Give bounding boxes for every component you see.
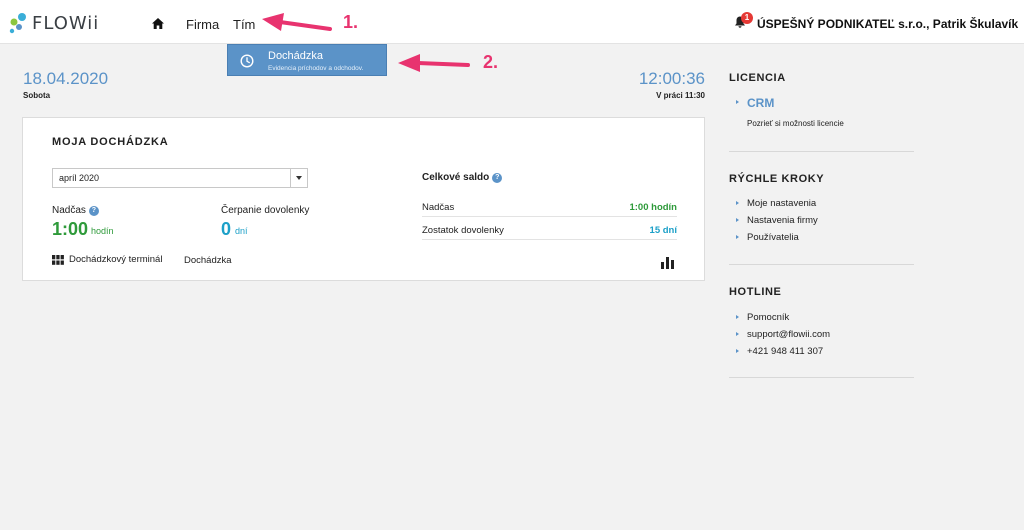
bullet-icon [736,218,739,222]
vacation-used-value: 0 [221,219,232,239]
vacation-used-label: Čerpanie dovolenky [221,205,310,216]
bullet-icon [736,349,739,353]
current-date: 18.04.2020 [23,69,109,88]
license-options-link[interactable]: Pozrieť si možnosti licencie [747,119,844,128]
license-heading: LICENCIA [729,72,786,84]
month-select-value: apríl 2020 [59,173,100,183]
balance-row-label: Nadčas [422,202,455,213]
attendance-terminal-label: Dochádzkový terminál [69,254,163,265]
divider [729,264,914,265]
month-select[interactable]: apríl 2020 [52,168,308,188]
annotation-arrowhead-1 [262,13,284,31]
hotline-item[interactable]: +421 948 411 307 [747,346,823,357]
divider [729,377,914,378]
bullet-icon [736,332,739,336]
overtime-unit: hodín [91,226,114,236]
balance-row-label: Zostatok dovolenky [422,225,504,236]
annotation-label-2: 2. [483,52,499,72]
card-title: MOJA DOCHÁDZKA [52,136,169,148]
quick-step-item[interactable]: Nastavenia firmy [747,215,818,226]
overtime-value: 1:00 [52,219,89,239]
attendance-card: MOJA DOCHÁDZKA apríl 2020 Nadčas ? 1:00 … [22,117,705,281]
attendance-terminal-link[interactable]: Dochádzkový terminál [52,254,162,265]
hotline-heading: HOTLINE [729,286,782,298]
work-start-time: V práci 11:30 [656,91,705,100]
total-balance-title: Celkové saldo ? [422,172,503,183]
attendance-link[interactable]: Dochádzka [184,255,232,266]
bullet-icon [736,315,739,319]
annotation-arrowhead-2 [398,54,420,72]
vacation-used-unit: dní [235,226,248,236]
annotation-label-1: 1. [343,12,359,32]
hotline-item[interactable]: Pomocník [747,312,789,323]
quick-step-item[interactable]: Používatelia [747,232,799,243]
current-time: 12:00:36 [638,69,705,88]
balance-row-value: 1:00 hodín [629,202,677,213]
balance-row: Zostatok dovolenky 15 dní [422,221,677,240]
help-icon[interactable]: ? [492,172,503,183]
overtime-label-text: Nadčas [52,205,86,216]
quick-steps-heading: RÝCHLE KROKY [729,173,825,185]
grid-icon [52,254,64,265]
crm-license-link[interactable]: CRM [747,96,774,110]
total-balance-title-text: Celkové saldo [422,172,490,183]
quick-step-item[interactable]: Moje nastavenia [747,198,816,209]
overtime-label: Nadčas ? [52,205,99,216]
balance-row-value: 15 dní [649,225,677,236]
bullet-icon [736,100,739,104]
annotation-arrow-1 [278,20,332,31]
bar-chart-icon[interactable] [661,256,674,274]
chevron-down-icon[interactable] [290,169,307,187]
balance-row: Nadčas 1:00 hodín [422,198,677,217]
divider [729,151,914,152]
bullet-icon [736,201,739,205]
annotation-arrow-2 [416,61,470,67]
hotline-item[interactable]: support@flowii.com [747,329,830,340]
current-day: Sobota [23,91,51,100]
help-icon[interactable]: ? [88,205,99,216]
bullet-icon [736,235,739,239]
